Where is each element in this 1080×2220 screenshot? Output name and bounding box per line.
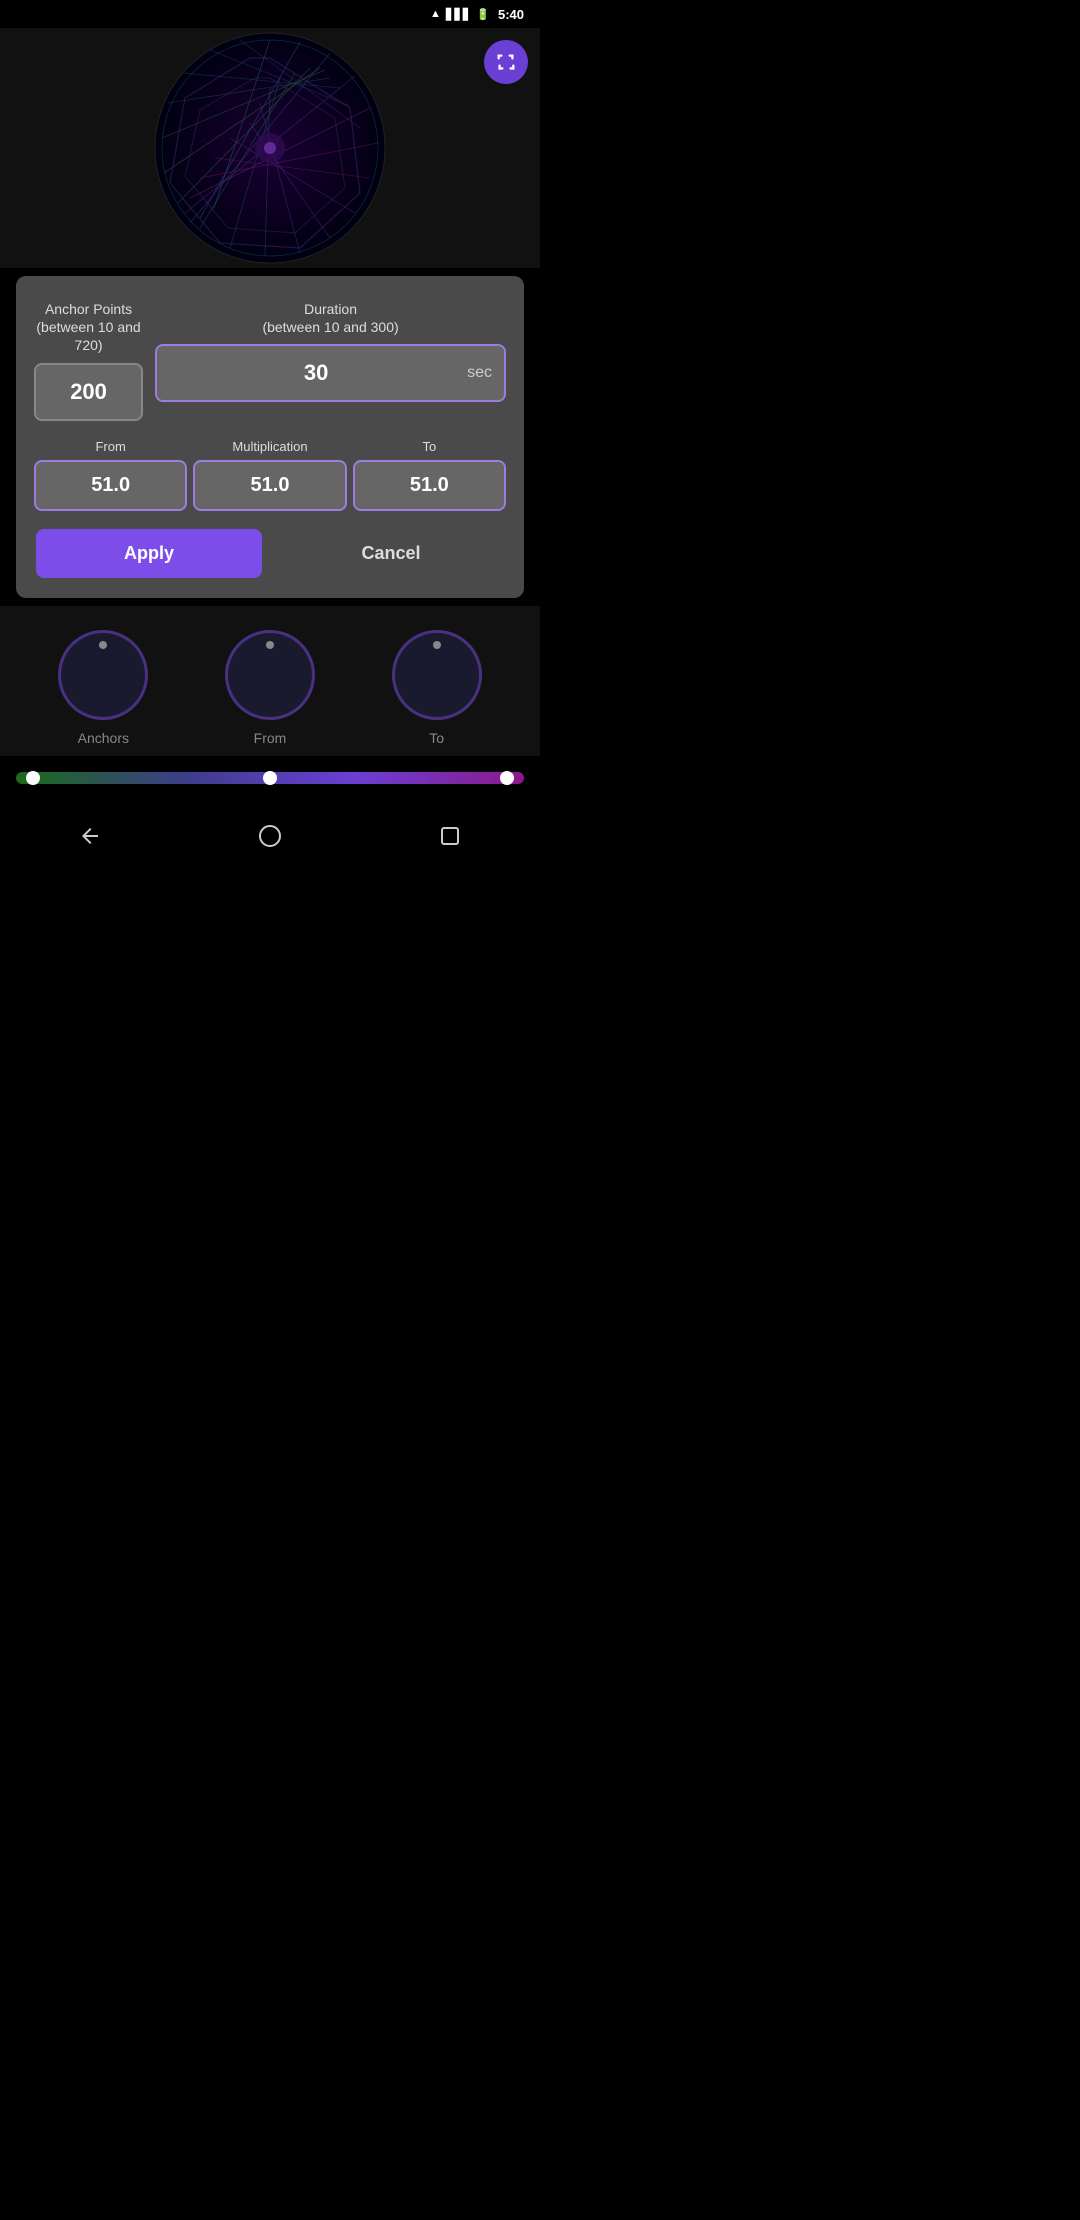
back-icon: [78, 824, 102, 848]
gradient-bar[interactable]: [16, 772, 524, 784]
anchor-points-input[interactable]: [36, 365, 141, 419]
battery-icon: 🔋: [476, 8, 490, 21]
duration-input-wrapper: sec: [157, 346, 504, 400]
recents-icon: [438, 824, 462, 848]
wifi-icon: ▲: [430, 8, 441, 20]
from-label: From: [95, 439, 125, 454]
from-input[interactable]: [36, 462, 185, 509]
anchors-knob-container: Anchors: [58, 630, 148, 746]
status-icons: ▲ ▋▋▋ 🔋: [430, 8, 490, 21]
anchor-points-label: Anchor Points (between 10 and 720): [36, 300, 141, 355]
to-knob[interactable]: [392, 630, 482, 720]
from-knob[interactable]: [225, 630, 315, 720]
gradient-dot-center[interactable]: [263, 771, 277, 785]
home-icon: [258, 824, 282, 848]
duration-label: Duration (between 10 and 300): [262, 300, 398, 336]
anchors-knob-label: Anchors: [78, 730, 129, 746]
from-col: From: [36, 439, 185, 509]
duration-col: Duration (between 10 and 300) sec: [157, 300, 504, 419]
nav-bar: [0, 800, 540, 864]
to-knob-label: To: [429, 730, 444, 746]
anchors-knob-indicator: [99, 641, 107, 649]
from-knob-container: From: [225, 630, 315, 746]
dialog-row-1: Anchor Points (between 10 and 720) Durat…: [36, 300, 504, 419]
viz-canvas: [150, 28, 390, 268]
gradient-dot-left[interactable]: [26, 771, 40, 785]
anchor-points-col: Anchor Points (between 10 and 720): [36, 300, 141, 419]
dialog-buttons: Apply Cancel: [36, 529, 504, 578]
to-col: To: [355, 439, 504, 509]
gradient-bar-area: [0, 756, 540, 800]
recents-button[interactable]: [420, 816, 480, 856]
signal-icon: ▋▋▋: [446, 8, 471, 21]
from-knob-indicator: [266, 641, 274, 649]
multiplication-input[interactable]: [195, 462, 344, 509]
apply-button[interactable]: Apply: [36, 529, 262, 578]
fullscreen-button[interactable]: [484, 40, 528, 84]
to-input[interactable]: [355, 462, 504, 509]
anchors-knob[interactable]: [58, 630, 148, 720]
multiplication-label: Multiplication: [232, 439, 307, 454]
dialog-row-2: From Multiplication To: [36, 439, 504, 509]
duration-unit: sec: [467, 364, 504, 382]
to-knob-indicator: [433, 641, 441, 649]
to-knob-container: To: [392, 630, 482, 746]
gradient-dot-right[interactable]: [500, 771, 514, 785]
multiplication-col: Multiplication: [195, 439, 344, 509]
duration-input[interactable]: [157, 346, 467, 400]
spirograph-svg: [150, 28, 390, 268]
status-bar: ▲ ▋▋▋ 🔋 5:40: [0, 0, 540, 28]
to-label: To: [422, 439, 436, 454]
visualization-area: [0, 28, 540, 268]
from-knob-label: From: [254, 730, 287, 746]
home-button[interactable]: [240, 816, 300, 856]
settings-dialog: Anchor Points (between 10 and 720) Durat…: [16, 276, 524, 598]
status-time: 5:40: [498, 7, 524, 22]
cancel-button[interactable]: Cancel: [278, 529, 504, 578]
knobs-area: Anchors From To: [0, 606, 540, 756]
back-button[interactable]: [60, 816, 120, 856]
